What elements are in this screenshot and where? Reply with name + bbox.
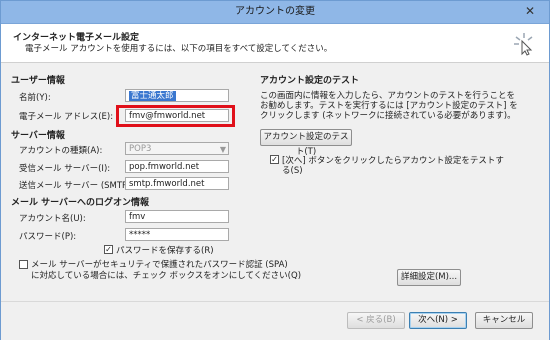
email-highlight-box [116, 105, 235, 127]
account-name-label: アカウント名(U): [19, 214, 86, 224]
password-label: パスワード(P): [19, 232, 77, 242]
title-bar: アカウントの変更 ✕ [1, 1, 549, 24]
name-label: 名前(Y): [19, 93, 51, 103]
close-button[interactable]: ✕ [517, 3, 543, 19]
test-desc-line3: クリックします (ネットワークに接続されている必要があります)。 [260, 111, 516, 121]
logon-info-heading: メール サーバーへのログオン情報 [11, 198, 150, 208]
header-subtitle: 電子メール アカウントを使用するには、以下の項目をすべて設定してください。 [25, 44, 333, 54]
incoming-server-label: 受信メール サーバー(I): [19, 164, 111, 174]
auto-test-label-line1: [次へ] ボタンをクリックしたらアカウント設定をテストす [282, 156, 504, 166]
spa-checkbox[interactable] [19, 260, 28, 269]
name-field[interactable]: 富士通太郎 [125, 89, 229, 102]
account-name-field[interactable]: fmv [125, 210, 229, 223]
next-button[interactable]: 次へ(N) > [409, 312, 467, 329]
test-account-button[interactable]: アカウント設定のテスト(T) [260, 129, 352, 157]
server-info-heading: サーバー情報 [11, 131, 65, 141]
account-change-window: アカウントの変更 ✕ インターネット電子メール設定 電子メール アカウントを使用… [0, 0, 550, 340]
more-settings-button[interactable]: 詳細設定(M)... [397, 269, 461, 286]
account-type-value: POP3 [129, 144, 152, 154]
name-value: 富士通太郎 [129, 91, 176, 101]
window-title: アカウントの変更 [235, 6, 315, 17]
account-type-label: アカウントの種類(A): [19, 146, 103, 156]
outgoing-server-field[interactable]: smtp.fmworld.net [125, 177, 229, 190]
incoming-server-field[interactable]: pop.fmworld.net [125, 160, 229, 173]
user-info-heading: ユーザー情報 [11, 76, 65, 86]
spa-label-line2: に対応している場合には、チェック ボックスをオンにしてください(Q) [31, 271, 302, 281]
cursor-sparkle-icon [514, 33, 533, 56]
auto-test-label-line2: る(S) [282, 166, 303, 176]
cancel-button[interactable]: キャンセル [475, 312, 533, 329]
save-password-checkbox[interactable]: ✓ [104, 245, 113, 254]
save-password-label: パスワードを保存する(R) [116, 246, 214, 256]
footer-bar: < 戻る(B) 次へ(N) > キャンセル [1, 301, 549, 340]
test-heading: アカウント設定のテスト [260, 76, 360, 86]
email-label: 電子メール アドレス(E): [19, 112, 114, 122]
auto-test-checkbox[interactable]: ✓ [270, 155, 279, 164]
header-panel: インターネット電子メール設定 電子メール アカウントを使用するには、以下の項目を… [1, 24, 549, 63]
back-button[interactable]: < 戻る(B) [347, 312, 405, 329]
password-field[interactable]: ***** [125, 228, 229, 241]
account-type-select: POP3 ▼ [125, 142, 229, 155]
chevron-down-icon: ▼ [219, 145, 226, 154]
